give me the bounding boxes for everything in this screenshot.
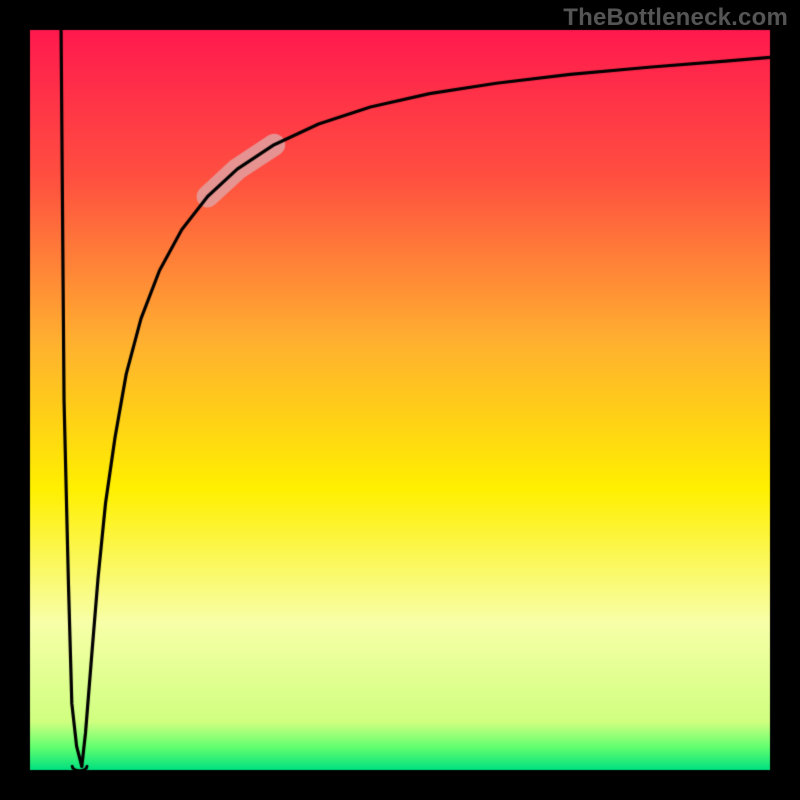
chart-container: TheBottleneck.com (0, 0, 800, 800)
watermark-text: TheBottleneck.com (563, 4, 788, 32)
chart-plot-layer (0, 0, 800, 800)
